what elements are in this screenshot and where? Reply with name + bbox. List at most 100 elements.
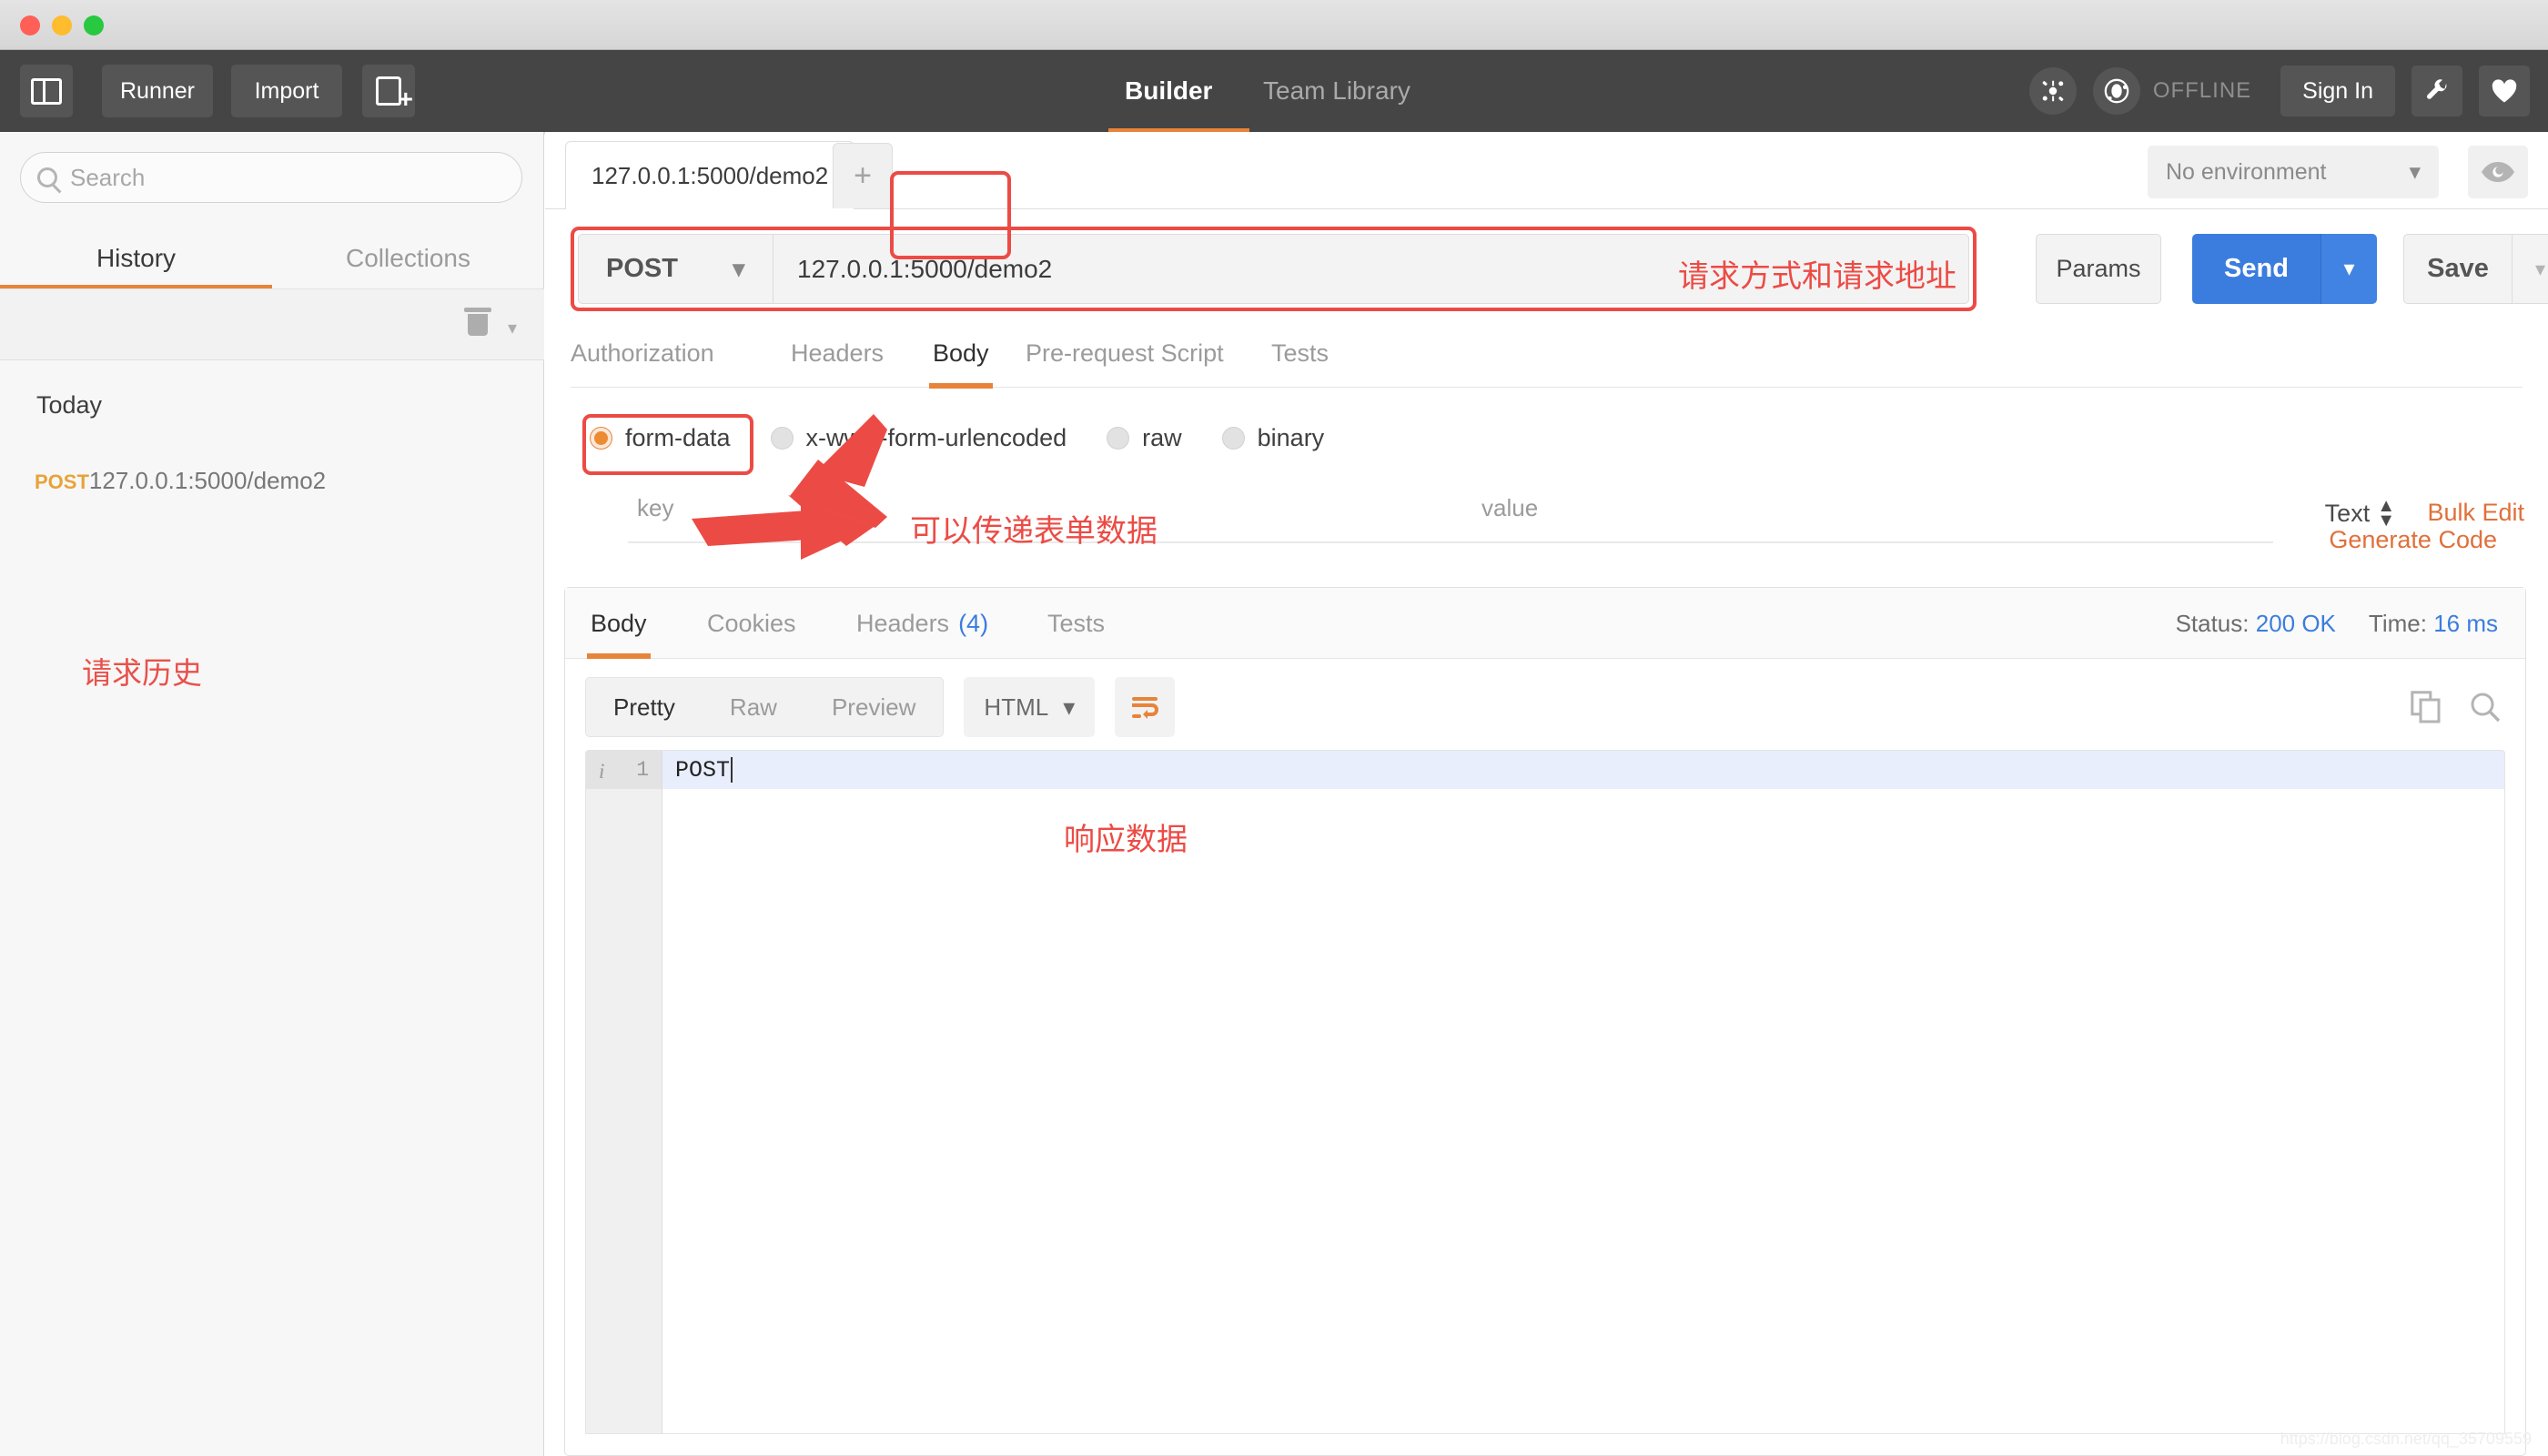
chevron-down-icon[interactable]: ▾ — [508, 317, 517, 339]
response-code-editor[interactable]: i 1 POST 响应数据 — [585, 750, 2505, 1434]
header-right-group: OFFLINE Sign In — [2029, 50, 2530, 132]
connection-status-label: OFFLINE — [2153, 78, 2251, 104]
minimize-window-button[interactable] — [52, 15, 72, 35]
environment-selector[interactable]: No environment ▾ — [2148, 146, 2439, 198]
wrench-icon[interactable] — [2412, 66, 2462, 116]
save-button-group: Save ▾ — [2403, 234, 2548, 304]
bulk-edit-label: Bulk Edit — [2427, 499, 2524, 526]
params-label: Params — [2056, 255, 2140, 283]
sidebar-toggle-button[interactable] — [20, 65, 73, 117]
request-tab-authorization-label: Authorization — [571, 339, 714, 368]
response-tab-cookies-label: Cookies — [707, 610, 796, 638]
response-tab-cookies[interactable]: Cookies — [707, 588, 796, 659]
close-window-button[interactable] — [20, 15, 40, 35]
body-type-raw-label: raw — [1142, 424, 1182, 452]
new-tab-button[interactable] — [362, 65, 415, 117]
import-button[interactable]: Import — [231, 65, 342, 117]
body-type-binary-label: binary — [1258, 424, 1325, 452]
params-button[interactable]: Params — [2036, 234, 2161, 304]
request-tab-tests[interactable]: Tests — [1271, 318, 1329, 388]
request-tab[interactable]: 127.0.0.1:5000/demo2 — [565, 141, 854, 209]
form-value-input[interactable]: value — [1481, 494, 1538, 522]
form-value-type-selector[interactable]: Text ▲▼ — [2325, 499, 2395, 528]
request-tab-pre-request-script-label: Pre-request Script — [1026, 339, 1224, 368]
wrap-lines-icon — [1129, 693, 1160, 721]
view-mode-raw[interactable]: Raw — [703, 678, 804, 736]
wrap-lines-button[interactable] — [1115, 677, 1175, 737]
plus-icon: + — [854, 158, 872, 194]
nav-tab-team-library[interactable]: Team Library — [1263, 50, 1410, 132]
import-label: Import — [255, 78, 319, 105]
http-method-label: POST — [606, 254, 678, 284]
runner-button[interactable]: Runner — [102, 65, 213, 117]
interceptor-icon[interactable] — [2029, 67, 2077, 115]
form-value-underline — [1472, 541, 2273, 543]
environment-quick-look-button[interactable] — [2468, 146, 2528, 198]
history-group-label: Today — [36, 391, 102, 420]
save-options-button[interactable]: ▾ — [2512, 235, 2548, 303]
new-document-icon — [376, 76, 401, 106]
view-mode-preview[interactable]: Preview — [804, 678, 943, 736]
response-tab-headers-label: Headers — [856, 610, 949, 638]
http-method-selector[interactable]: POST ▾ — [579, 235, 774, 303]
generate-code-label: Generate Code — [2329, 526, 2497, 554]
nav-team-library-label: Team Library — [1263, 76, 1410, 106]
sign-in-label: Sign In — [2302, 78, 2373, 105]
request-tab-body-label: Body — [933, 339, 989, 368]
body-type-form-data[interactable]: form-data — [590, 424, 731, 452]
chevron-down-icon: ▾ — [732, 253, 745, 285]
send-label: Send — [2224, 254, 2289, 284]
sidebar-tab-history[interactable]: History — [0, 228, 272, 289]
view-mode-preview-label: Preview — [832, 693, 915, 722]
sign-in-button[interactable]: Sign In — [2280, 66, 2395, 116]
environment-label: No environment — [2166, 159, 2326, 186]
search-box[interactable] — [20, 152, 522, 203]
send-button-group: Send ▾ — [2192, 234, 2377, 304]
response-tab-headers[interactable]: Headers (4) — [856, 588, 988, 659]
response-tab-tests-label: Tests — [1047, 610, 1105, 638]
response-headers-count: (4) — [958, 610, 988, 638]
copy-icon[interactable] — [2411, 691, 2442, 723]
response-language-selector[interactable]: HTML ▾ — [964, 677, 1095, 737]
maximize-window-button[interactable] — [84, 15, 104, 35]
response-view-mode-group: Pretty Raw Preview — [585, 677, 944, 737]
body-type-raw[interactable]: raw — [1107, 424, 1182, 452]
sidebar-tab-collections[interactable]: Collections — [272, 228, 544, 289]
trash-icon[interactable] — [466, 308, 490, 335]
response-tabs-bar: Body Cookies Headers (4) Tests Status: 2… — [565, 588, 2525, 659]
request-section-tabs: Authorization Headers Body Pre-request S… — [571, 318, 2523, 388]
sync-orbit-icon[interactable] — [2093, 67, 2140, 115]
save-button[interactable]: Save — [2404, 235, 2512, 303]
request-tab-pre-request-script[interactable]: Pre-request Script — [1026, 318, 1224, 388]
window-titlebar — [0, 0, 2548, 50]
status-value: 200 OK — [2256, 610, 2336, 637]
nav-tab-builder[interactable]: Builder — [1125, 50, 1212, 132]
code-line-1-text: POST — [675, 757, 730, 784]
add-request-tab-button[interactable]: + — [833, 143, 893, 208]
response-tab-body-label: Body — [591, 610, 647, 638]
line-number: 1 — [636, 758, 649, 782]
chevron-down-icon: ▾ — [2535, 258, 2545, 281]
search-input[interactable] — [70, 164, 505, 192]
request-tab-headers[interactable]: Headers — [791, 318, 884, 388]
history-list-item[interactable]: POST127.0.0.1:5000/demo2 — [35, 467, 326, 495]
radio-icon — [771, 427, 794, 450]
form-value-placeholder: value — [1481, 494, 1538, 521]
search-icon[interactable] — [2469, 691, 2502, 723]
request-tab-authorization[interactable]: Authorization — [571, 318, 714, 388]
body-type-urlencoded[interactable]: x-www-form-urlencoded — [771, 424, 1067, 452]
send-button[interactable]: Send — [2192, 234, 2320, 304]
view-mode-pretty[interactable]: Pretty — [586, 678, 703, 736]
send-options-button[interactable]: ▾ — [2320, 234, 2377, 304]
sidebar-tab-history-label: History — [96, 244, 176, 273]
heart-icon[interactable] — [2479, 66, 2530, 116]
response-tab-tests[interactable]: Tests — [1047, 588, 1105, 659]
annotation-form-data: 可以传递表单数据 — [910, 506, 1158, 551]
request-tab-body[interactable]: Body — [933, 318, 989, 388]
status-label: Status: — [2176, 610, 2250, 637]
history-item-method: POST — [35, 470, 89, 493]
body-type-binary[interactable]: binary — [1222, 424, 1325, 452]
response-tab-body[interactable]: Body — [591, 588, 647, 659]
bulk-edit-link[interactable]: Bulk Edit — [2427, 499, 2524, 527]
form-key-input[interactable]: key — [637, 494, 673, 522]
